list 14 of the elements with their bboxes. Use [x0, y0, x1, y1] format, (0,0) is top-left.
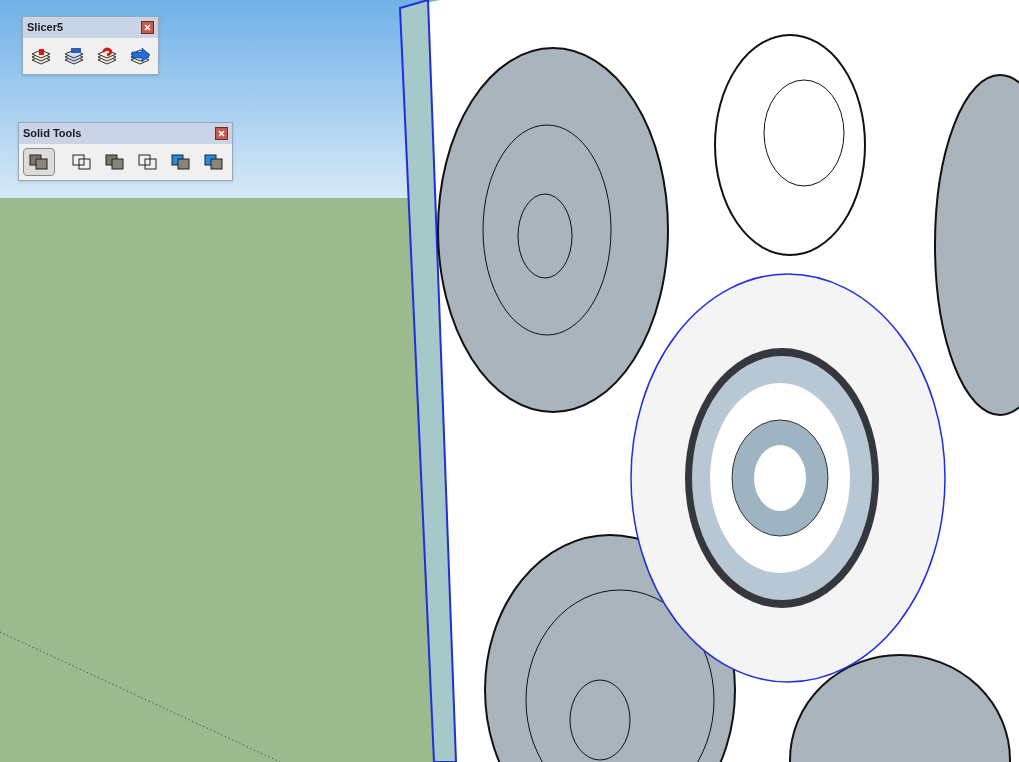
solid-boxes-icon	[71, 151, 93, 172]
solid-boxes-icon	[28, 151, 50, 172]
layer-stack-icon	[63, 45, 85, 66]
layer-stack-icon	[96, 45, 118, 66]
solid-boxes-icon	[170, 151, 192, 172]
close-icon[interactable]	[141, 20, 154, 34]
toolbar-button[interactable]	[23, 147, 55, 176]
toolbar-title: Solid Tools	[23, 126, 82, 141]
close-icon[interactable]	[215, 126, 228, 140]
layer-stack-icon	[129, 45, 151, 66]
toolbar-title: Slicer5	[27, 20, 64, 35]
solid-boxes-icon	[137, 151, 159, 172]
solid-boxes-icon	[104, 151, 126, 172]
solid-boxes-icon	[203, 151, 225, 172]
